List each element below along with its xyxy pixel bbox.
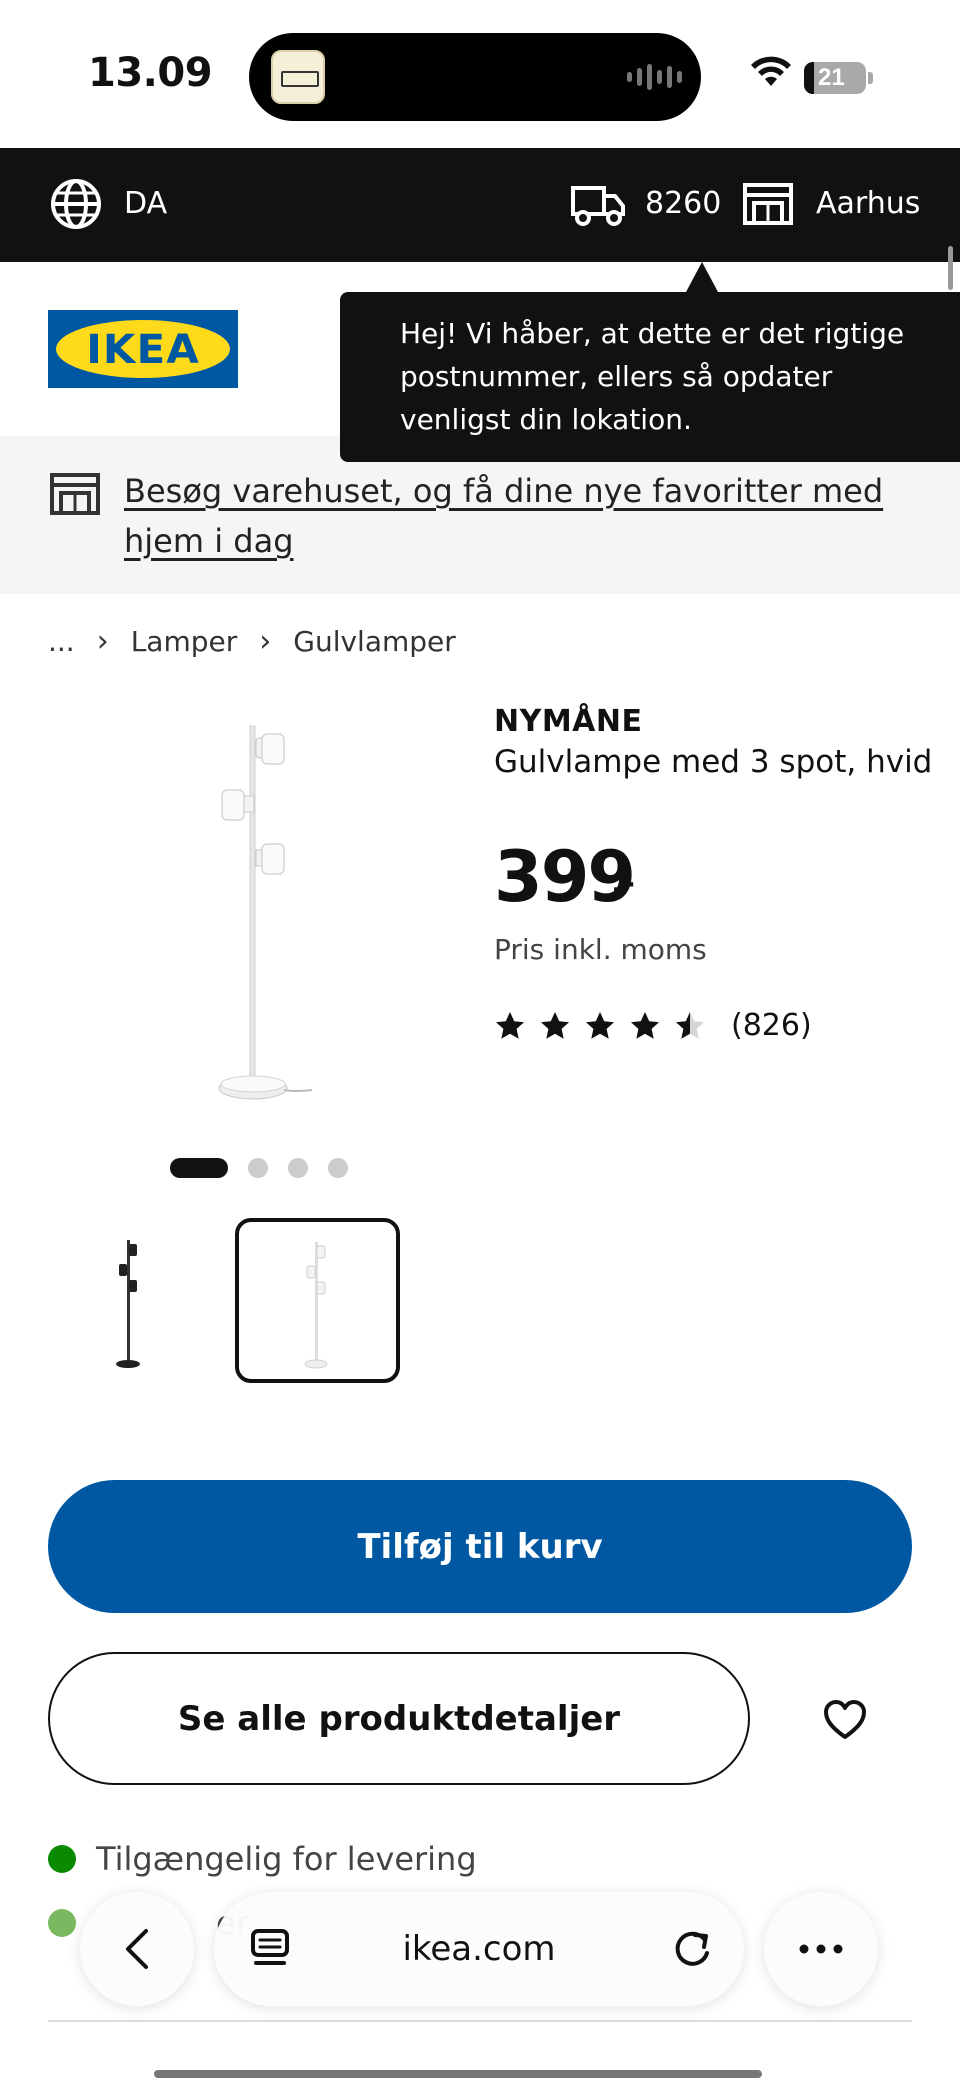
rating-stars (494, 1010, 719, 1042)
address-bar[interactable]: ikea.com (214, 1892, 744, 2006)
breadcrumb-item-gulvlamper[interactable]: Gulvlamper (293, 625, 456, 658)
breadcrumb-item-lamper[interactable]: Lamper (131, 625, 238, 658)
breadcrumb-separator: › (96, 624, 109, 659)
delivery-availability-text: Tilgængelig for levering (96, 1840, 477, 1878)
carousel-dot[interactable] (328, 1158, 348, 1178)
store-icon (50, 473, 100, 515)
divider (48, 2020, 912, 2022)
tooltip-arrow (686, 262, 718, 292)
postal-code-link[interactable]: 8260 (645, 186, 721, 221)
white-lamp-image (304, 1242, 328, 1369)
battery-level: 21 (818, 64, 845, 91)
language-selector[interactable]: DA (124, 186, 167, 221)
reload-icon[interactable] (670, 1927, 714, 1971)
availability-dot-icon (48, 1845, 76, 1873)
product-name: NYMÅNE (494, 704, 643, 739)
store-selector[interactable]: Aarhus (816, 186, 920, 221)
star-full-icon (631, 1011, 659, 1039)
status-bar: 13.09 21 (0, 0, 960, 148)
chevron-left-icon (126, 1929, 148, 1969)
price-note: Pris inkl. moms (494, 933, 707, 966)
audio-waveform-icon (627, 63, 682, 91)
ikea-logo[interactable]: IKEA (48, 310, 238, 388)
store-visit-link[interactable]: Besøg varehuset, og få dine nye favoritt… (124, 466, 924, 566)
store-icon[interactable] (743, 182, 793, 226)
delivery-availability: Tilgængelig for levering (48, 1840, 477, 1878)
carousel-dot[interactable] (288, 1158, 308, 1178)
scrollbar[interactable] (948, 246, 953, 290)
carousel-dot[interactable] (248, 1158, 268, 1178)
more-icon (799, 1944, 843, 1954)
star-full-icon (541, 1011, 569, 1039)
thumbnail-black-lamp[interactable] (48, 1218, 213, 1383)
browser-back-button[interactable] (80, 1892, 194, 2006)
thumbnail-white-lamp[interactable] (235, 1218, 400, 1383)
breadcrumb: ... › Lamper › Gulvlamper (48, 624, 456, 659)
url-text[interactable]: ikea.com (402, 1929, 555, 1969)
now-playing-thumbnail (271, 50, 325, 104)
availability-dot-icon (48, 1909, 76, 1937)
home-indicator[interactable] (154, 2070, 762, 2078)
heart-icon (824, 1700, 866, 1739)
carousel-dots (170, 1158, 348, 1178)
product-description: Gulvlampe med 3 spot, hvid (494, 744, 933, 780)
product-rating[interactable]: (826) (494, 1008, 812, 1043)
more-options-button[interactable] (764, 1892, 878, 2006)
star-full-icon (586, 1011, 614, 1039)
breadcrumb-ellipsis[interactable]: ... (48, 625, 75, 658)
breadcrumb-separator: › (259, 624, 272, 659)
price-suffix: .- (611, 866, 635, 901)
battery-cap (868, 72, 873, 84)
wifi-icon (751, 56, 791, 86)
truck-icon[interactable] (570, 182, 626, 228)
globe-icon[interactable] (50, 178, 102, 230)
location-tooltip[interactable]: Hej! Vi håber, at dette er det rigtige p… (340, 292, 960, 462)
dynamic-island (249, 33, 701, 121)
tooltip-text: Hej! Vi håber, at dette er det rigtige p… (400, 317, 905, 436)
review-count[interactable]: (826) (731, 1008, 812, 1043)
add-to-cart-button[interactable]: Tilføj til kurv (48, 1480, 912, 1613)
location-bar: DA 8260 Aarhus (0, 148, 960, 262)
carousel-dot[interactable] (170, 1158, 228, 1178)
logo-text: IKEA (86, 327, 200, 373)
battery-icon: 21 (804, 62, 866, 94)
see-all-details-button[interactable]: Se alle produktdetaljer (48, 1652, 750, 1785)
status-time: 13.09 (88, 50, 213, 96)
star-full-icon (496, 1011, 524, 1039)
tabs-icon[interactable] (250, 1927, 290, 1971)
product-image[interactable] (180, 710, 330, 1130)
black-lamp-image (116, 1240, 140, 1368)
star-half-icon (676, 1011, 704, 1039)
favorite-button[interactable] (800, 1680, 890, 1760)
